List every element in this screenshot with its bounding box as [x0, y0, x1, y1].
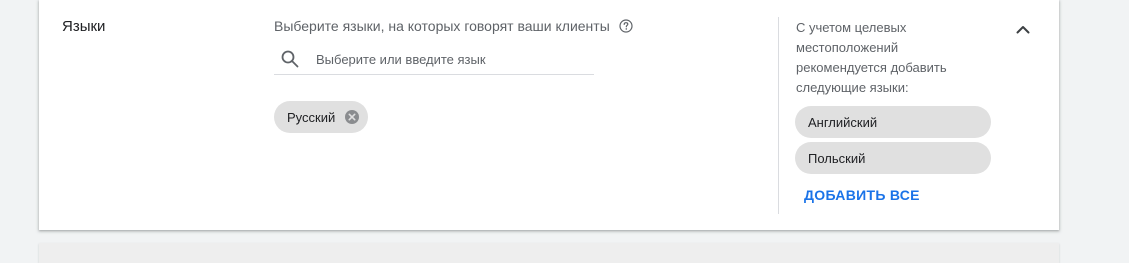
prompt-row: Выберите языки, на которых говорят ваши …	[274, 18, 633, 34]
chevron-up-icon[interactable]	[1013, 20, 1033, 40]
help-circle-icon[interactable]	[619, 19, 633, 33]
close-circle-icon[interactable]	[344, 109, 360, 125]
selected-language-label: Русский	[287, 109, 336, 125]
suggestions-hint: С учетом целевых местоположений рекоменд…	[796, 20, 947, 95]
suggested-language-chip[interactable]: Английский	[795, 106, 991, 138]
add-all-button[interactable]: ДОБАВИТЬ ВСЕ	[804, 187, 920, 203]
section-title: Языки	[62, 18, 106, 35]
selected-language-chip: Русский	[274, 101, 369, 133]
languages-prompt: Выберите языки, на которых говорят ваши …	[274, 18, 610, 34]
suggested-language-chip[interactable]: Польский	[795, 142, 991, 174]
language-search-field[interactable]	[274, 44, 594, 75]
next-section-card	[39, 243, 1059, 263]
languages-card: Языки Выберите языки, на которых говорят…	[39, 0, 1059, 230]
language-search-input[interactable]	[314, 50, 578, 68]
search-icon	[280, 49, 300, 69]
vertical-divider	[778, 17, 779, 214]
